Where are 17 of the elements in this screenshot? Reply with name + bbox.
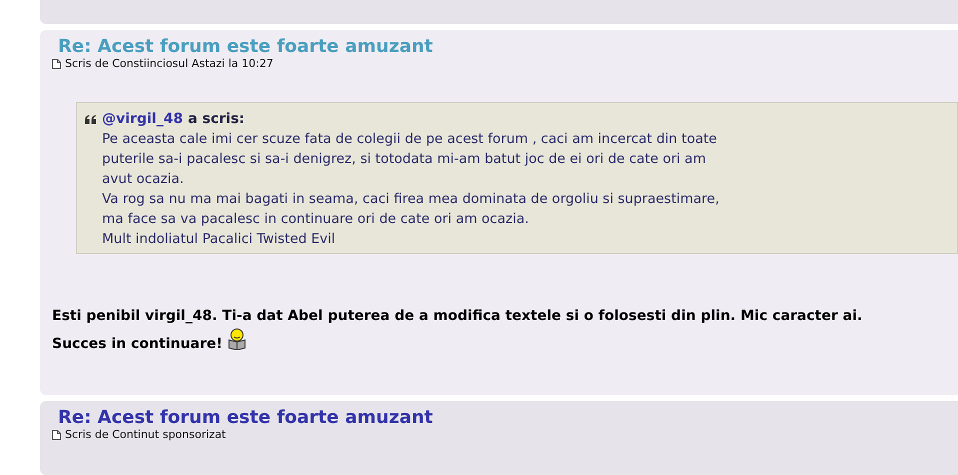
post-title[interactable]: Re: Acest forum este foarte amuzant	[52, 407, 958, 428]
quote-text: Pe aceasta cale imi cer scuze fata de colegii de pe acest forum , caci am incercat din toate	[101, 130, 718, 149]
document-icon	[52, 430, 61, 440]
quote-icon	[85, 114, 97, 124]
quote-text: Mult indoliatul Pacalici Twisted Evil	[101, 230, 336, 249]
quote-text: ma face sa va pacalesc in continuare ori de cate ori am ocazia.	[101, 210, 530, 229]
document-icon	[52, 58, 61, 68]
quote-text: Va rog sa nu ma mai bagati in seama, caci firea mea dominata de orgoliu si supraestimare,	[101, 190, 720, 209]
smiley-reading-icon	[226, 328, 247, 350]
author-link[interactable]: @virgil_48	[102, 109, 183, 129]
quote-label: a scris:	[188, 110, 245, 129]
post-text: Succes in continuare!	[52, 336, 223, 352]
post-meta: Scris de Continut sponsorizat	[65, 428, 226, 441]
post-text: Esti penibil virgil_48. Ti-a dat Abel puterea de a modifica textele si o folosesti din plin. Mic caracter ai.	[52, 308, 862, 324]
quote-text: avut ocazia.	[101, 170, 185, 189]
quote-text: puterile sa-i pacalesc si sa-i denigrez, si totodata mi-am batut joc de ei ori de cate ori am	[101, 150, 707, 169]
post-meta: Scris de Constiinciosul Astazi la 10:27	[65, 57, 274, 70]
